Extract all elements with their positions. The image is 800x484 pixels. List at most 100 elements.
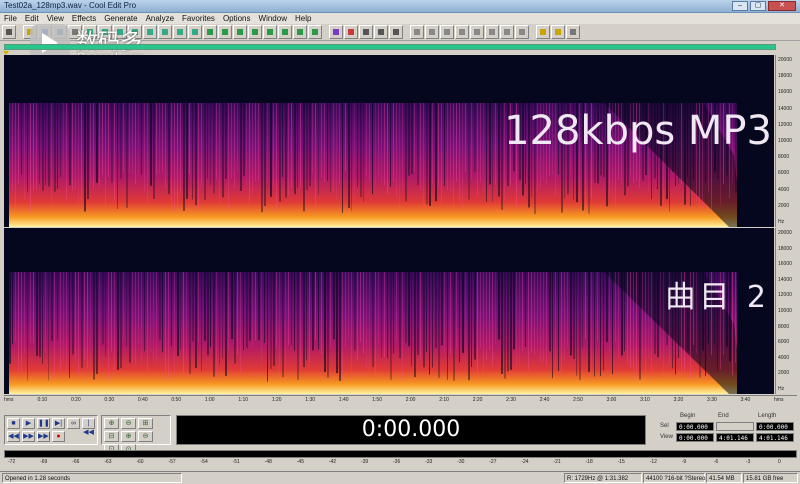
zoom-out-horizontal-button[interactable]: ⊖ xyxy=(121,418,136,429)
spectrogram-texture xyxy=(276,272,277,348)
go-to-start-button[interactable]: |◀◀ xyxy=(82,418,95,436)
zoom-out-vertical-button[interactable]: ⊖ xyxy=(138,431,153,442)
fast-forward-button[interactable]: ▶▶ xyxy=(22,431,35,442)
spectrogram-texture xyxy=(93,103,94,189)
spectrogram-texture xyxy=(465,103,466,172)
minus-icon[interactable] xyxy=(515,25,529,39)
snap-icon[interactable] xyxy=(374,25,388,39)
waveform-icon[interactable] xyxy=(203,25,217,39)
spectrogram-texture xyxy=(321,272,322,355)
view-begin-field[interactable]: 0:00.000 xyxy=(676,433,714,442)
spectrogram-texture xyxy=(207,272,209,356)
spectrogram-texture xyxy=(210,103,211,185)
spectrogram-texture xyxy=(237,103,238,173)
loop-button[interactable]: ∞ xyxy=(67,418,80,429)
spectrogram-texture xyxy=(465,272,466,382)
spectrogram-texture xyxy=(207,103,208,179)
zoom-in-vertical-button[interactable]: ⊕ xyxy=(121,431,136,442)
spectrogram-texture xyxy=(15,103,16,210)
spectral-icon[interactable] xyxy=(218,25,232,39)
spectrogram-texture xyxy=(69,272,70,379)
spectrogram-texture xyxy=(474,272,476,360)
zoom-full-button[interactable]: ⊞ xyxy=(138,418,153,429)
spectrogram-texture xyxy=(264,272,265,343)
spectrogram-texture xyxy=(333,103,334,193)
menu-options[interactable]: Options xyxy=(223,13,251,24)
sel-end-field[interactable] xyxy=(716,422,754,431)
rewind-button[interactable]: ◀◀ xyxy=(7,431,20,442)
spectrogram-texture xyxy=(576,272,577,376)
marker-icon[interactable] xyxy=(344,25,358,39)
sel-begin-field[interactable]: 0:00.000 xyxy=(676,422,714,431)
multitrack-icon[interactable] xyxy=(263,25,277,39)
text3-icon[interactable] xyxy=(470,25,484,39)
spectrogram-texture xyxy=(414,272,416,378)
time-tick-label: 1:50 xyxy=(372,397,382,403)
play-button[interactable]: ▶ xyxy=(22,418,35,429)
menu-file[interactable]: File xyxy=(4,13,17,24)
close-button[interactable]: ✕ xyxy=(768,1,796,11)
spectrogram-texture xyxy=(120,103,122,179)
view-icon[interactable] xyxy=(410,25,424,39)
spectrogram-texture xyxy=(468,103,470,200)
info-icon[interactable] xyxy=(425,25,439,39)
spectrogram-texture xyxy=(129,272,131,363)
list2-icon[interactable] xyxy=(500,25,514,39)
spectrogram-track-1[interactable]: 128kbps MP3 xyxy=(4,55,774,227)
spectrogram-texture xyxy=(435,103,437,202)
overview-bar[interactable] xyxy=(4,44,776,50)
zoom-selection-button[interactable]: ⊟ xyxy=(104,431,119,442)
spectrogram-texture xyxy=(477,272,478,376)
spectrogram-texture xyxy=(138,272,139,346)
spectrogram-texture xyxy=(123,272,124,341)
list-icon[interactable] xyxy=(485,25,499,39)
trim-icon[interactable] xyxy=(188,25,202,39)
spectrogram-texture xyxy=(363,103,364,202)
toolbar-mode-button[interactable] xyxy=(2,25,16,39)
spectrogram-texture xyxy=(345,272,346,347)
phase-icon[interactable] xyxy=(248,25,262,39)
play-to-end-button[interactable]: ▶| xyxy=(52,418,65,429)
record-button[interactable]: ● xyxy=(52,431,65,442)
go-to-end-button[interactable]: ▶▶| xyxy=(37,431,51,442)
spectrogram-texture xyxy=(501,103,503,210)
sel-row-label: Sel xyxy=(660,423,669,429)
spectrogram-texture xyxy=(84,272,85,361)
sel-length-field[interactable]: 0:00.000 xyxy=(756,422,794,431)
spectrogram-texture xyxy=(192,103,193,200)
pan-icon[interactable] xyxy=(233,25,247,39)
stop-button[interactable]: ■ xyxy=(7,418,20,429)
text-icon[interactable] xyxy=(440,25,454,39)
spectrogram-texture xyxy=(603,272,604,371)
tracks-icon[interactable] xyxy=(308,25,322,39)
spectrogram-texture xyxy=(165,272,166,375)
settings-icon[interactable] xyxy=(293,25,307,39)
help-icon[interactable] xyxy=(566,25,580,39)
text2-icon[interactable] xyxy=(455,25,469,39)
frequency-tick-label: 14000 xyxy=(778,276,792,283)
spectrogram-texture xyxy=(162,272,163,353)
menu-window[interactable]: Window xyxy=(259,13,287,24)
menu-favorites[interactable]: Favorites xyxy=(182,13,215,24)
menu-help[interactable]: Help xyxy=(295,13,311,24)
spectrogram-texture xyxy=(81,103,82,205)
level-tick-label: -6 xyxy=(713,459,719,465)
pause-button[interactable]: ❚❚ xyxy=(37,418,50,429)
level-tick-label: -24 xyxy=(521,459,529,465)
minimize-button[interactable]: – xyxy=(732,1,748,11)
spectrogram-track-2[interactable]: 曲目 2 xyxy=(4,228,774,394)
edit-icon[interactable] xyxy=(329,25,343,39)
script-icon[interactable] xyxy=(536,25,550,39)
view-length-field[interactable]: 4:01.146 xyxy=(756,433,794,442)
cd-icon[interactable] xyxy=(278,25,292,39)
view-end-field[interactable]: 4:01.146 xyxy=(716,433,754,442)
spectrogram-image-2 xyxy=(9,272,742,394)
spectrogram-texture xyxy=(216,103,217,180)
zoom-in-horizontal-button[interactable]: ⊕ xyxy=(104,418,119,429)
batch-icon[interactable] xyxy=(551,25,565,39)
spectrogram-texture xyxy=(12,272,13,345)
grid-icon[interactable] xyxy=(359,25,373,39)
maximize-button[interactable]: ▢ xyxy=(750,1,766,11)
spectrogram-texture xyxy=(180,103,181,193)
loop-icon[interactable] xyxy=(389,25,403,39)
